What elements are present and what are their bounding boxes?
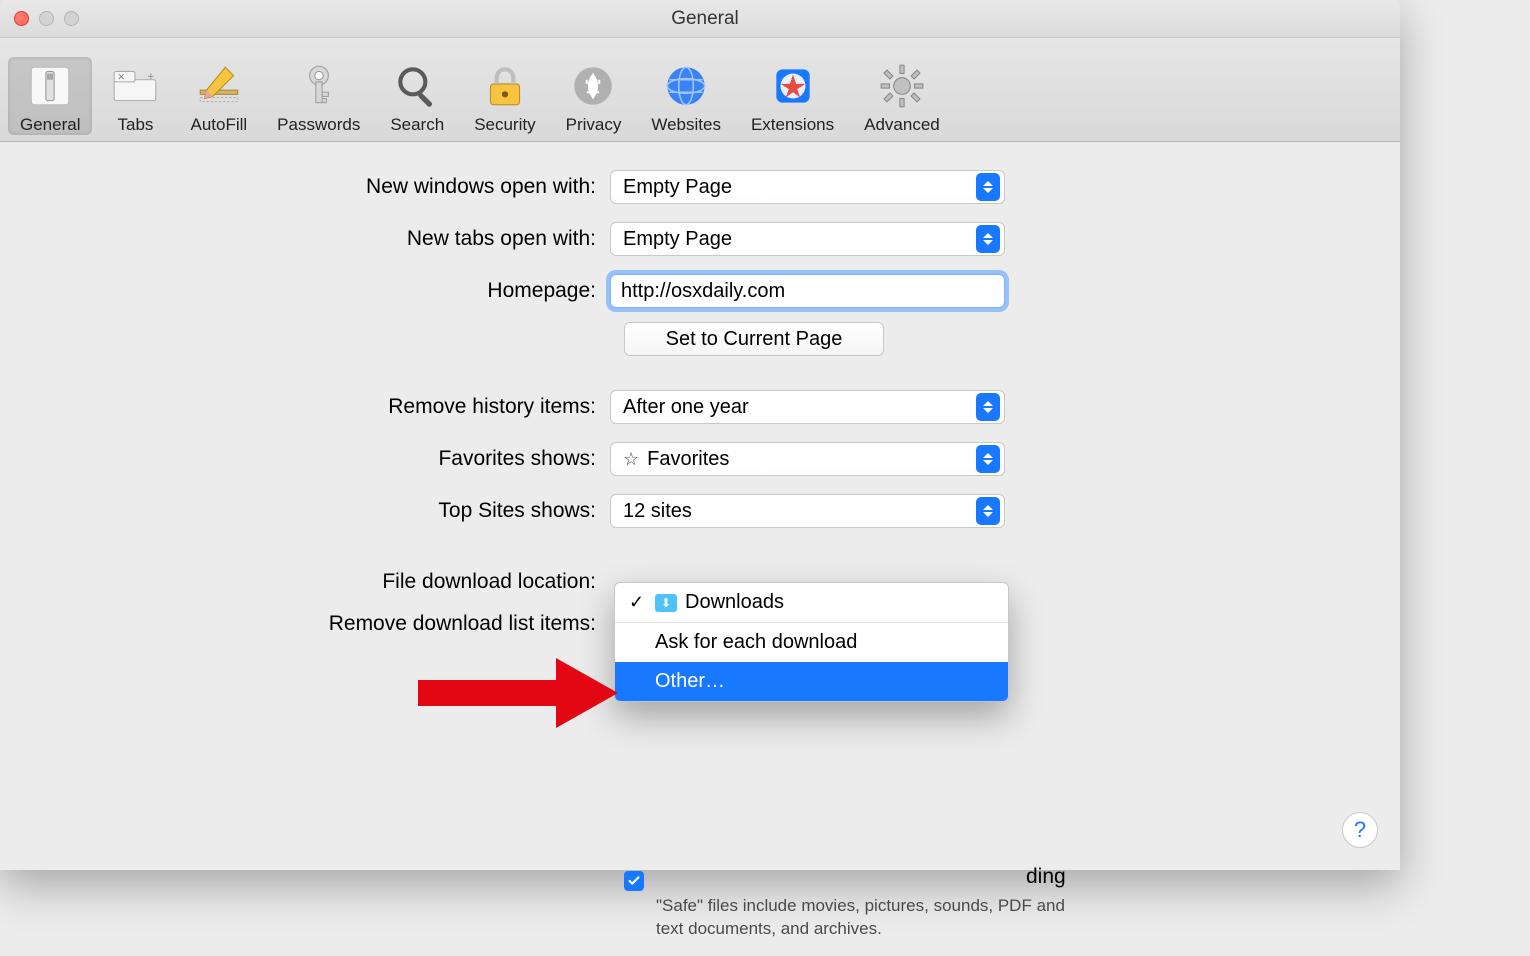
topsites-select[interactable]: 12 sites [610, 494, 1005, 528]
checkmark-icon: ✓ [629, 592, 647, 613]
homepage-input[interactable] [610, 274, 1005, 308]
open-safe-files-checkbox[interactable] [624, 871, 644, 891]
tab-websites[interactable]: Websites [639, 57, 733, 135]
tabs-icon: ✕+ [110, 61, 160, 111]
download-location-menu: ✓ ⬇ Downloads Ask for each download Othe… [614, 582, 1009, 702]
new-tabs-value: Empty Page [623, 228, 732, 251]
tab-label: Websites [651, 115, 721, 135]
tab-label: Passwords [277, 115, 360, 135]
topsites-value: 12 sites [623, 500, 692, 523]
search-icon [392, 61, 442, 111]
remove-history-select[interactable]: After one year [610, 390, 1005, 424]
tab-tabs[interactable]: ✕+ Tabs [98, 57, 172, 135]
extensions-icon [768, 61, 818, 111]
popup-stepper-icon [976, 173, 1000, 201]
tab-extensions[interactable]: Extensions [739, 57, 846, 135]
tab-label: General [20, 115, 80, 135]
download-location-label: File download location: [0, 570, 610, 594]
tab-security[interactable]: Security [462, 57, 547, 135]
menu-item-label: Ask for each download [655, 631, 857, 654]
tab-general[interactable]: General [8, 57, 92, 135]
tab-label: Extensions [751, 115, 834, 135]
star-icon: ☆ [623, 449, 639, 470]
topsites-label: Top Sites shows: [0, 499, 610, 523]
folder-icon: ⬇ [655, 594, 677, 612]
svg-text:✕: ✕ [118, 72, 126, 82]
favorites-value: Favorites [647, 448, 729, 471]
tab-advanced[interactable]: Advanced [852, 57, 952, 135]
tab-label: AutoFill [190, 115, 247, 135]
popup-stepper-icon [976, 225, 1000, 253]
tab-passwords[interactable]: Passwords [265, 57, 372, 135]
new-tabs-select[interactable]: Empty Page [610, 222, 1005, 256]
annotation-arrow-icon [418, 658, 618, 728]
autofill-icon [194, 61, 244, 111]
preferences-toolbar: General ✕+ Tabs AutoFill Passwords Searc… [0, 38, 1400, 142]
popup-stepper-icon [976, 445, 1000, 473]
open-safe-text-fragment: ding [1026, 865, 1086, 889]
privacy-icon [568, 61, 618, 111]
new-windows-label: New windows open with: [0, 175, 610, 199]
remove-downloads-label: Remove download list items: [0, 612, 610, 636]
popup-stepper-icon [976, 393, 1000, 421]
open-safe-files-subtext: "Safe" files include movies, pictures, s… [656, 895, 1086, 941]
window-title: General [24, 8, 1386, 30]
titlebar: General [0, 0, 1400, 38]
set-current-page-button[interactable]: Set to Current Page [624, 322, 884, 356]
svg-text:+: + [148, 71, 155, 83]
general-preferences-panel: New windows open with: Empty Page New ta… [0, 142, 1400, 870]
new-windows-value: Empty Page [623, 176, 732, 199]
tab-label: Security [474, 115, 535, 135]
tab-label: Advanced [864, 115, 940, 135]
general-icon [25, 61, 75, 111]
tab-label: Tabs [118, 115, 154, 135]
open-safe-files-row: Open "safe" files after downloading ding… [624, 868, 1124, 941]
remove-history-value: After one year [623, 396, 749, 419]
tab-label: Privacy [566, 115, 622, 135]
tab-autofill[interactable]: AutoFill [178, 57, 259, 135]
menu-item-label: Other… [655, 670, 725, 693]
websites-icon [661, 61, 711, 111]
preferences-window: General General ✕+ Tabs AutoFill Pas [0, 0, 1400, 870]
new-tabs-label: New tabs open with: [0, 227, 610, 251]
new-windows-select[interactable]: Empty Page [610, 170, 1005, 204]
passwords-icon [294, 61, 344, 111]
download-location-option-ask[interactable]: Ask for each download [615, 623, 1008, 662]
popup-stepper-icon [976, 497, 1000, 525]
favorites-select[interactable]: ☆ Favorites [610, 442, 1005, 476]
help-button[interactable]: ? [1342, 812, 1378, 848]
advanced-icon [877, 61, 927, 111]
download-location-option-other[interactable]: Other… [615, 662, 1008, 701]
tab-privacy[interactable]: Privacy [554, 57, 634, 135]
remove-history-label: Remove history items: [0, 395, 610, 419]
menu-item-label: Downloads [685, 591, 784, 614]
favorites-label: Favorites shows: [0, 447, 610, 471]
tab-search[interactable]: Search [378, 57, 456, 135]
tab-label: Search [390, 115, 444, 135]
security-icon [480, 61, 530, 111]
homepage-label: Homepage: [0, 279, 610, 303]
download-location-option-downloads[interactable]: ✓ ⬇ Downloads [615, 583, 1008, 622]
